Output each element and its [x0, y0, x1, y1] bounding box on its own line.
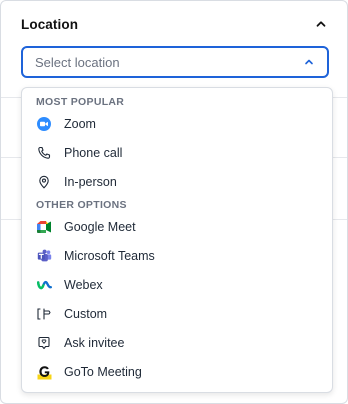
option-ask-invitee[interactable]: Ask invitee — [22, 329, 332, 357]
option-label: Webex — [64, 278, 103, 292]
option-webex[interactable]: Webex — [22, 271, 332, 299]
group-label-most-popular: MOST POPULAR — [36, 96, 125, 108]
section-title: Location — [21, 16, 79, 32]
microsoft-teams-icon — [36, 248, 52, 264]
phone-icon — [36, 145, 52, 161]
google-meet-icon — [36, 219, 52, 235]
option-custom[interactable]: Custom — [22, 300, 332, 328]
goto-meeting-icon — [36, 364, 52, 380]
option-label: Phone call — [64, 146, 123, 160]
option-label: Ask invitee — [64, 336, 125, 350]
option-label: GoTo Meeting — [64, 365, 142, 379]
option-microsoft-teams[interactable]: Microsoft Teams — [22, 242, 332, 270]
option-goto-meeting[interactable]: GoTo Meeting — [22, 358, 332, 386]
option-zoom[interactable]: Zoom — [22, 110, 332, 138]
section-header[interactable]: Location — [21, 13, 329, 35]
option-label: Custom — [64, 307, 108, 321]
location-dropdown: MOST POPULAR Zoom Phone call In-person O… — [21, 87, 333, 393]
webex-icon — [36, 277, 52, 293]
chevron-up-icon — [316, 21, 326, 27]
location-select[interactable]: Select location — [21, 46, 329, 78]
option-label: Google Meet — [64, 220, 136, 234]
option-in-person[interactable]: In-person — [22, 168, 332, 196]
map-pin-icon — [36, 174, 52, 190]
custom-location-icon — [36, 306, 52, 322]
group-label-other-options: OTHER OPTIONS — [36, 199, 127, 211]
collapse-button[interactable] — [313, 16, 329, 32]
option-label: Microsoft Teams — [64, 249, 155, 263]
ask-invitee-icon — [36, 335, 52, 351]
option-label: In-person — [64, 175, 117, 189]
option-google-meet[interactable]: Google Meet — [22, 213, 332, 241]
chevron-up-icon — [303, 56, 315, 68]
option-label: Zoom — [64, 117, 96, 131]
location-panel: Location Select location MOST POPULAR Zo… — [0, 0, 348, 404]
zoom-icon — [36, 116, 52, 132]
option-phone-call[interactable]: Phone call — [22, 139, 332, 167]
select-placeholder: Select location — [35, 54, 120, 70]
